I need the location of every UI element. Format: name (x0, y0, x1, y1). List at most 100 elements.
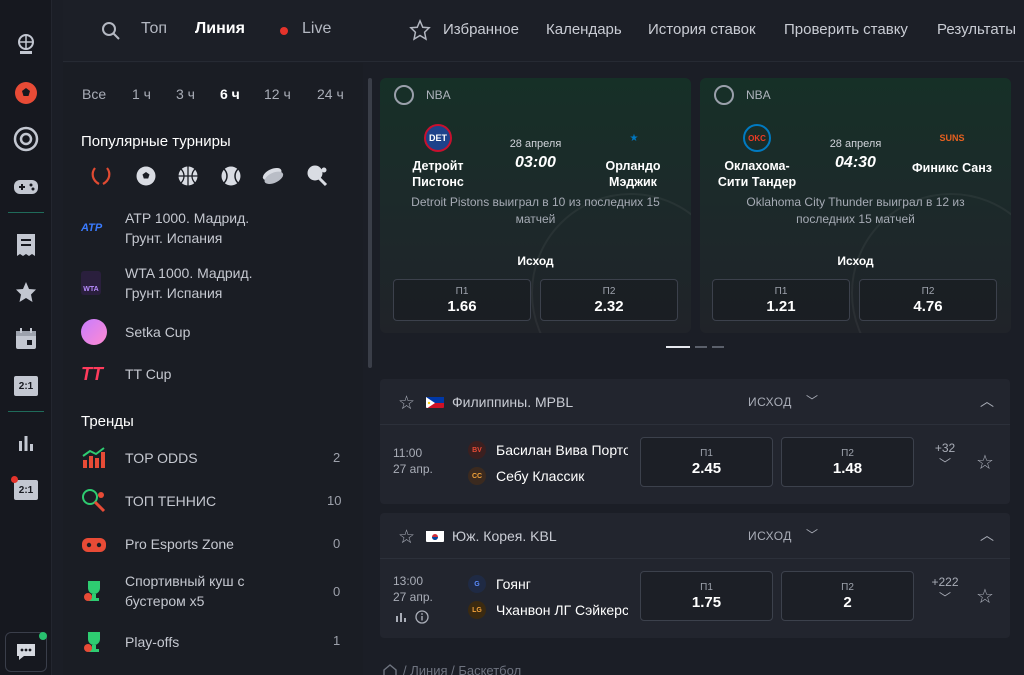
carousel-dot[interactable] (712, 346, 724, 348)
info-icon[interactable] (415, 610, 429, 624)
trend-booster-x5[interactable]: Спортивный куш с бустером х5 (81, 571, 361, 611)
basketball-ball-icon[interactable] (12, 30, 40, 58)
away-team: Орландо Мэджик (605, 159, 661, 189)
odd-button-p1[interactable]: П1 1.66 (393, 279, 531, 321)
market-selector[interactable]: ИСХОД (748, 529, 792, 543)
odd-button-p2[interactable]: П2 2 (781, 571, 914, 621)
time-filter-1h[interactable]: 1 ч (132, 86, 151, 102)
featured-match-card[interactable]: NBA OKC Оклахома- Сити Тандер 28 апреля 0… (700, 78, 1011, 333)
south-korea-flag-icon (426, 530, 444, 542)
chat-button[interactable] (5, 632, 47, 672)
esports-icon (81, 528, 125, 560)
calendar-icon[interactable] (12, 325, 40, 353)
tournament-wta-madrid[interactable]: WTA WTA 1000. Мадрид. Грунт. Испания (81, 263, 361, 303)
match-row[interactable]: 11:0027 апр. BVБасилан Вива Портовые CCС… (380, 425, 1010, 503)
team-logo: G (468, 575, 486, 593)
outcome-label: Исход (837, 254, 874, 268)
nav-check-bet[interactable]: Проверить ставку (784, 21, 908, 38)
trend-top-odds[interactable]: TOP ODDS (81, 442, 361, 474)
tt-cup-logo: TT (81, 363, 103, 384)
odd-button-p2[interactable]: П2 2.32 (540, 279, 678, 321)
more-markets[interactable]: +32 ﹀ (930, 441, 960, 472)
nav-favorites[interactable]: Избранное (443, 21, 519, 38)
hockey-puck-icon[interactable] (260, 163, 286, 189)
chevron-down-icon[interactable]: ﹀ (806, 526, 818, 543)
tab-top[interactable]: Топ (141, 20, 167, 38)
table-tennis-icon[interactable] (304, 163, 330, 189)
stats-bars-icon[interactable] (12, 429, 40, 457)
match-row[interactable]: 13:00 27 апр. G Гоянг LG Чханвон ЛГ Сэйкерс… (380, 559, 1010, 637)
favorite-star-icon[interactable]: ☆ (398, 392, 415, 415)
match-datetime: 11:00 27 апр. (393, 446, 433, 476)
nav-bet-history[interactable]: История ставок (648, 21, 756, 38)
laurel-icon[interactable] (88, 163, 114, 189)
chevron-up-icon[interactable]: ︿ (980, 525, 994, 545)
time-filter-12h[interactable]: 12 ч (264, 86, 291, 102)
chevron-down-icon[interactable]: ﹀ (806, 392, 818, 409)
live-indicator (280, 27, 288, 35)
home-icon[interactable] (383, 664, 397, 675)
tournament-label: TT Cup (125, 366, 172, 382)
odd-button-p2[interactable]: П2 4.76 (859, 279, 997, 321)
time-filter-all[interactable]: Все (82, 86, 106, 102)
match-stat: Detroit Pistons выиграл в 10 из последни… (411, 195, 660, 226)
trend-label-2: бустером х5 (125, 593, 205, 609)
rail-divider (8, 411, 44, 412)
time-filter-6h[interactable]: 6 ч (220, 86, 240, 102)
odd-button-p1[interactable]: П1 1.75 (640, 571, 773, 621)
league-header[interactable]: ☆ Юж. Корея. KBL ИСХОД ﹀ ︿ (380, 513, 1010, 559)
favorite-star-icon[interactable]: ☆ (976, 450, 994, 475)
target-icon[interactable] (12, 125, 40, 153)
league-header[interactable]: ☆ Филиппины. MPBL ИСХОД ﹀ ︿ (380, 379, 1010, 425)
odd-button-p1[interactable]: П1 2.45 (640, 437, 773, 487)
trend-play-offs[interactable]: Play-offs (81, 626, 361, 658)
tournament-setka-cup[interactable]: Setka Cup (81, 316, 361, 348)
score-2-1-live-icon[interactable]: 2:1 (11, 476, 40, 504)
breadcrumb[interactable]: / Линия / Баскетбол (403, 663, 521, 675)
trend-label: TOP ODDS (125, 450, 198, 466)
chevron-up-icon[interactable]: ︿ (980, 391, 994, 411)
carousel-dot-active[interactable] (666, 346, 690, 348)
tab-line[interactable]: Линия (195, 20, 245, 38)
trend-pro-esports[interactable]: Pro Esports Zone (81, 528, 361, 560)
odd-button-p2[interactable]: П2 1.48 (781, 437, 914, 487)
team-logo: CC (468, 467, 486, 485)
basketball-icon[interactable] (175, 163, 201, 189)
tournament-tt-cup[interactable]: TT TT Cup (81, 358, 361, 390)
nav-calendar[interactable]: Календарь (546, 21, 622, 38)
featured-match-card[interactable]: NBA DET Детройт Пистонс 28 апреля 03:00 ★… (380, 78, 691, 333)
away-team: LG Чханвон ЛГ Сэйкерс (468, 601, 628, 619)
chart-up-icon (81, 442, 125, 474)
chevron-down-icon: ﹀ (938, 591, 951, 605)
tab-live[interactable]: Live (302, 20, 331, 38)
match-datetime: 13:00 27 апр. (393, 574, 433, 604)
football-icon[interactable] (133, 163, 159, 189)
trend-top-tennis[interactable]: ТОП ТЕННИС (81, 485, 361, 517)
tennis-icon[interactable] (218, 163, 244, 189)
favorite-star-icon[interactable]: ☆ (398, 526, 415, 549)
time-filter-24h[interactable]: 24 ч (317, 86, 344, 102)
score-2-1-icon[interactable]: 2:1 (12, 372, 40, 400)
basketball-icon (394, 85, 414, 105)
nav-results[interactable]: Результаты (937, 21, 1016, 38)
phoenix-suns-logo: SUNS (939, 133, 965, 143)
star-icon[interactable] (12, 278, 40, 306)
odd-button-p1[interactable]: П1 1.21 (712, 279, 850, 321)
search-icon[interactable] (101, 21, 121, 41)
time-filter-3h[interactable]: 3 ч (176, 86, 195, 102)
receipt-icon[interactable] (12, 231, 40, 259)
favorite-star-icon[interactable]: ☆ (976, 584, 994, 609)
more-markets[interactable]: +222 ﹀ (925, 575, 965, 606)
basketball-icon (714, 85, 734, 105)
left-panel-scrollbar[interactable] (368, 78, 372, 368)
stats-icon[interactable] (395, 611, 407, 623)
gamepad-icon[interactable] (12, 173, 40, 201)
tournament-label-2: Грунт. Испания (125, 285, 223, 301)
tournament-atp-madrid[interactable]: ATP ATP 1000. Мадрид. Грунт. Испания (81, 208, 361, 248)
favorites-star-icon[interactable] (409, 19, 431, 41)
team-logo: BV (468, 441, 486, 459)
trophy-icon (81, 575, 125, 607)
carousel-dot[interactable] (695, 346, 707, 348)
market-selector[interactable]: ИСХОД (748, 395, 792, 409)
football-ball-icon[interactable] (12, 79, 40, 107)
